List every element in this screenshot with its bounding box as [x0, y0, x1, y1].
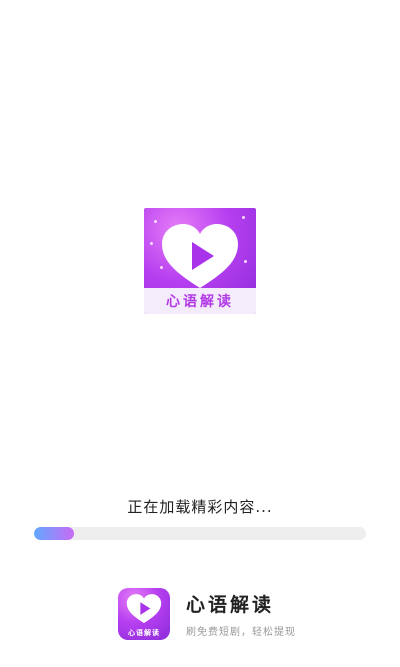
brand-texts: 心语解读 刷免费短剧，轻松提现 — [186, 590, 296, 638]
sparkle-icon — [150, 242, 153, 245]
small-logo-caption: 心语解读 — [128, 629, 160, 637]
logo-caption: 心语解读 — [166, 294, 234, 310]
heart-play-icon — [162, 224, 238, 288]
app-logo-small: 心语解读 — [118, 588, 170, 640]
app-name: 心语解读 — [186, 594, 275, 616]
loading-progress-bar — [34, 527, 366, 540]
logo-caption-band: 心语解读 — [144, 288, 256, 314]
splash-screen: 心语解读 正在加载精彩内容... 心语解读 心语解读 刷免费短剧，轻松提现 — [0, 0, 400, 667]
sparkle-icon — [244, 260, 247, 263]
progress-fill — [34, 527, 74, 540]
heart-play-icon — [126, 594, 162, 624]
app-slogan: 刷免费短剧，轻松提现 — [186, 627, 296, 638]
loading-text: 正在加载精彩内容... — [127, 498, 273, 516]
sparkle-icon — [154, 220, 157, 223]
footer-brand: 心语解读 心语解读 刷免费短剧，轻松提现 — [118, 588, 296, 640]
sparkle-icon — [242, 216, 245, 219]
app-logo-large: 心语解读 — [144, 208, 256, 314]
